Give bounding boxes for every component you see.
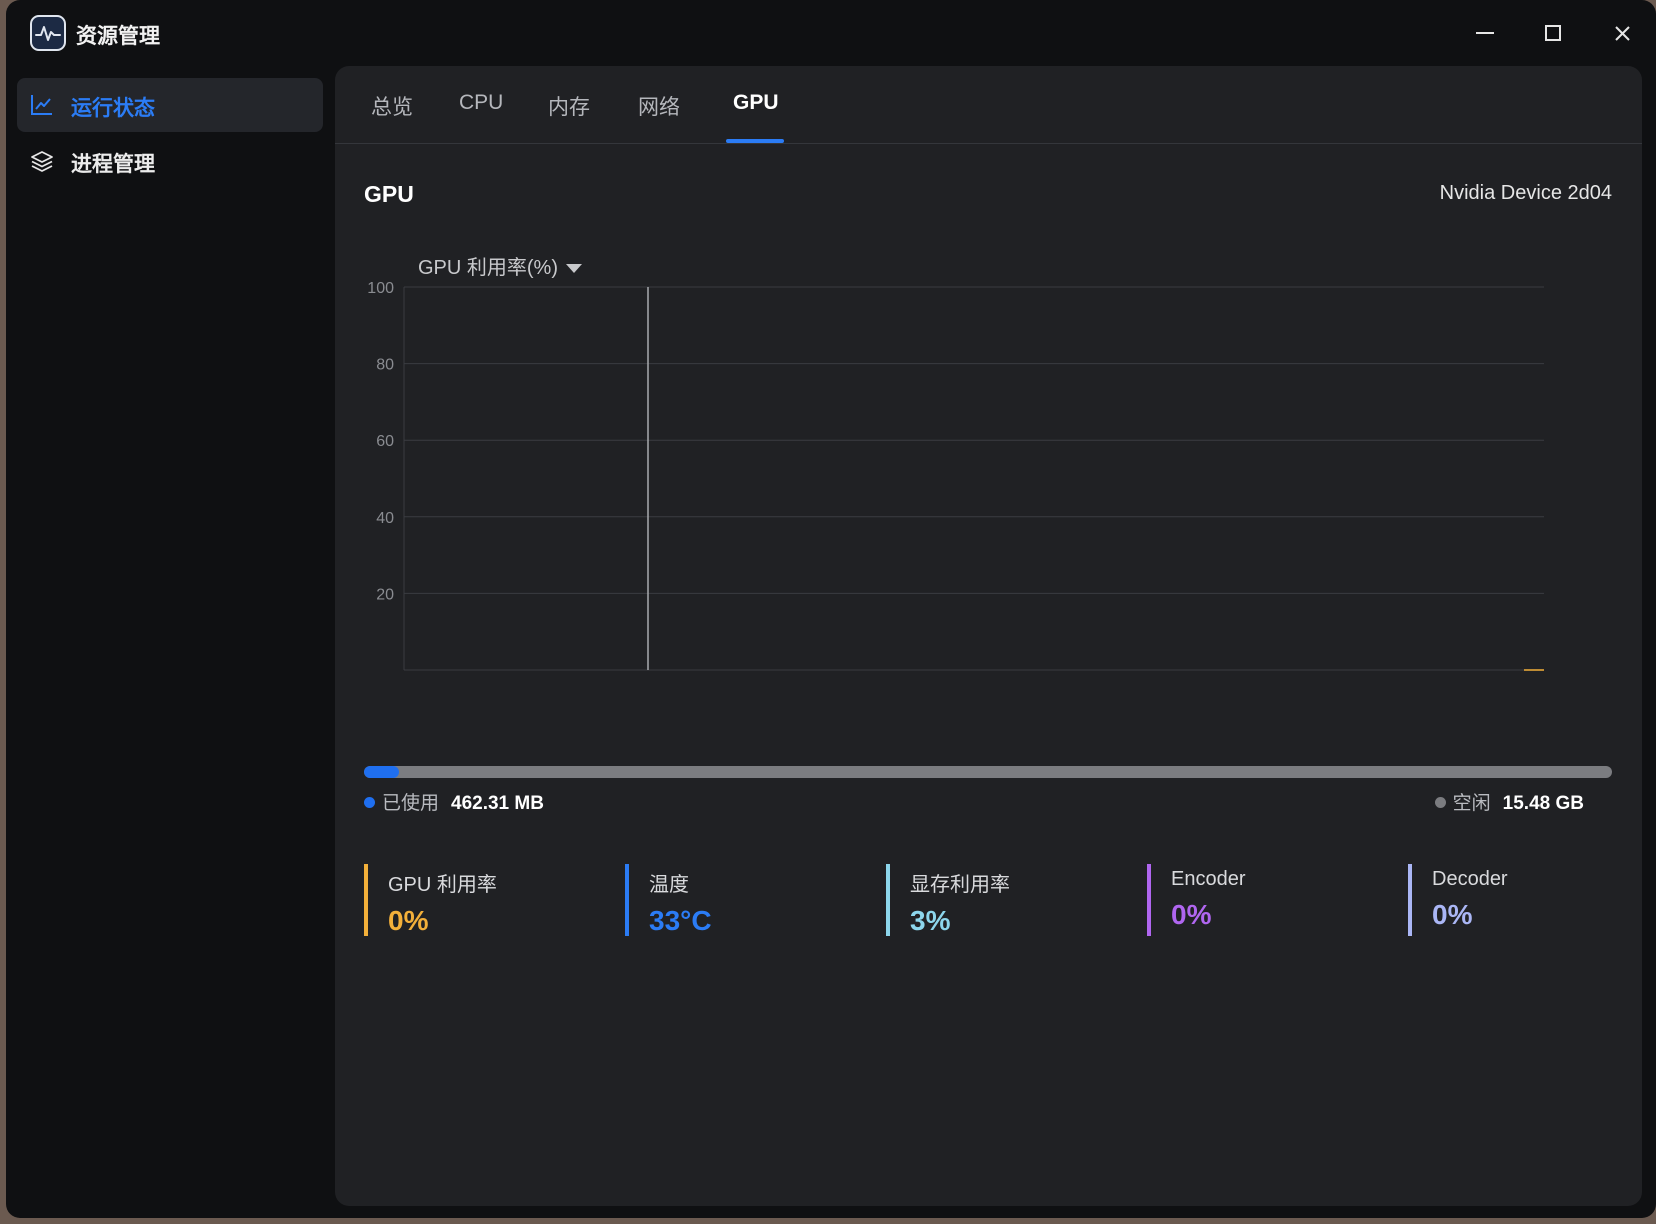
close-icon [1615, 26, 1630, 41]
sidebar-item-status[interactable]: 运行状态 [17, 78, 323, 132]
memory-free-label: 空闲 [1452, 793, 1491, 814]
y-tick-label: 100 [367, 280, 394, 297]
stat-value: 0% [1432, 899, 1473, 930]
stat-gpu-utilization: GPU 利用率 0% [364, 864, 594, 936]
maximize-icon [1545, 25, 1561, 41]
minimize-button[interactable] [1469, 18, 1499, 48]
memory-used: 已使用 462.31 MB [364, 788, 544, 815]
stat-label: 温度 [649, 874, 689, 896]
stat-value: 0% [388, 905, 429, 936]
stat-encoder: Encoder 0% [1147, 864, 1377, 936]
memory-used-value: 462.31 MB [451, 793, 544, 814]
y-tick-label: 60 [376, 433, 394, 450]
line-chart-icon [30, 93, 54, 117]
stat-decoder: Decoder 0% [1408, 864, 1638, 936]
sidebar-item-processes[interactable]: 进程管理 [17, 134, 323, 188]
stat-label: 显存利用率 [910, 874, 1010, 896]
stat-value: 3% [910, 905, 951, 936]
y-tick-label: 80 [376, 357, 394, 374]
memory-usage-fill [364, 766, 399, 778]
app-logo-icon [30, 15, 66, 51]
maximize-button[interactable] [1538, 18, 1568, 48]
stat-label: GPU 利用率 [388, 874, 497, 896]
used-dot [364, 797, 375, 808]
app-window: 资源管理 运行状态 进程管理 总览 CPU 内存 网络 GPU GPU Nvid… [6, 0, 1656, 1218]
memory-free: 空闲 15.48 GB [1434, 788, 1584, 815]
close-button[interactable] [1607, 18, 1637, 48]
memory-used-label: 已使用 [382, 793, 440, 814]
stat-value: 0% [1171, 899, 1212, 930]
stat-value: 33°C [649, 905, 712, 936]
gpu-utilization-chart: 100 80 60 40 20 [367, 280, 1544, 671]
sidebar-item-label: 运行状态 [71, 97, 155, 120]
stat-label: Encoder [1171, 868, 1246, 890]
sidebar-item-label: 进程管理 [71, 153, 155, 176]
y-tick-label: 40 [376, 510, 394, 527]
memory-usage-bar [364, 766, 1612, 778]
sidebar: 运行状态 进程管理 [6, 66, 336, 1216]
app-title: 资源管理 [76, 25, 160, 48]
stat-label: Decoder [1432, 868, 1508, 890]
memory-free-value: 15.48 GB [1502, 793, 1584, 814]
main-panel: 总览 CPU 内存 网络 GPU GPU Nvidia Device 2d04 … [335, 66, 1642, 1206]
y-tick-label: 20 [376, 586, 394, 603]
layers-icon [30, 149, 54, 173]
title-bar[interactable]: 资源管理 [6, 0, 1656, 66]
free-dot [1434, 797, 1446, 808]
stat-temperature: 温度 33°C [625, 864, 855, 936]
stat-vram-utilization: 显存利用率 3% [886, 864, 1116, 936]
